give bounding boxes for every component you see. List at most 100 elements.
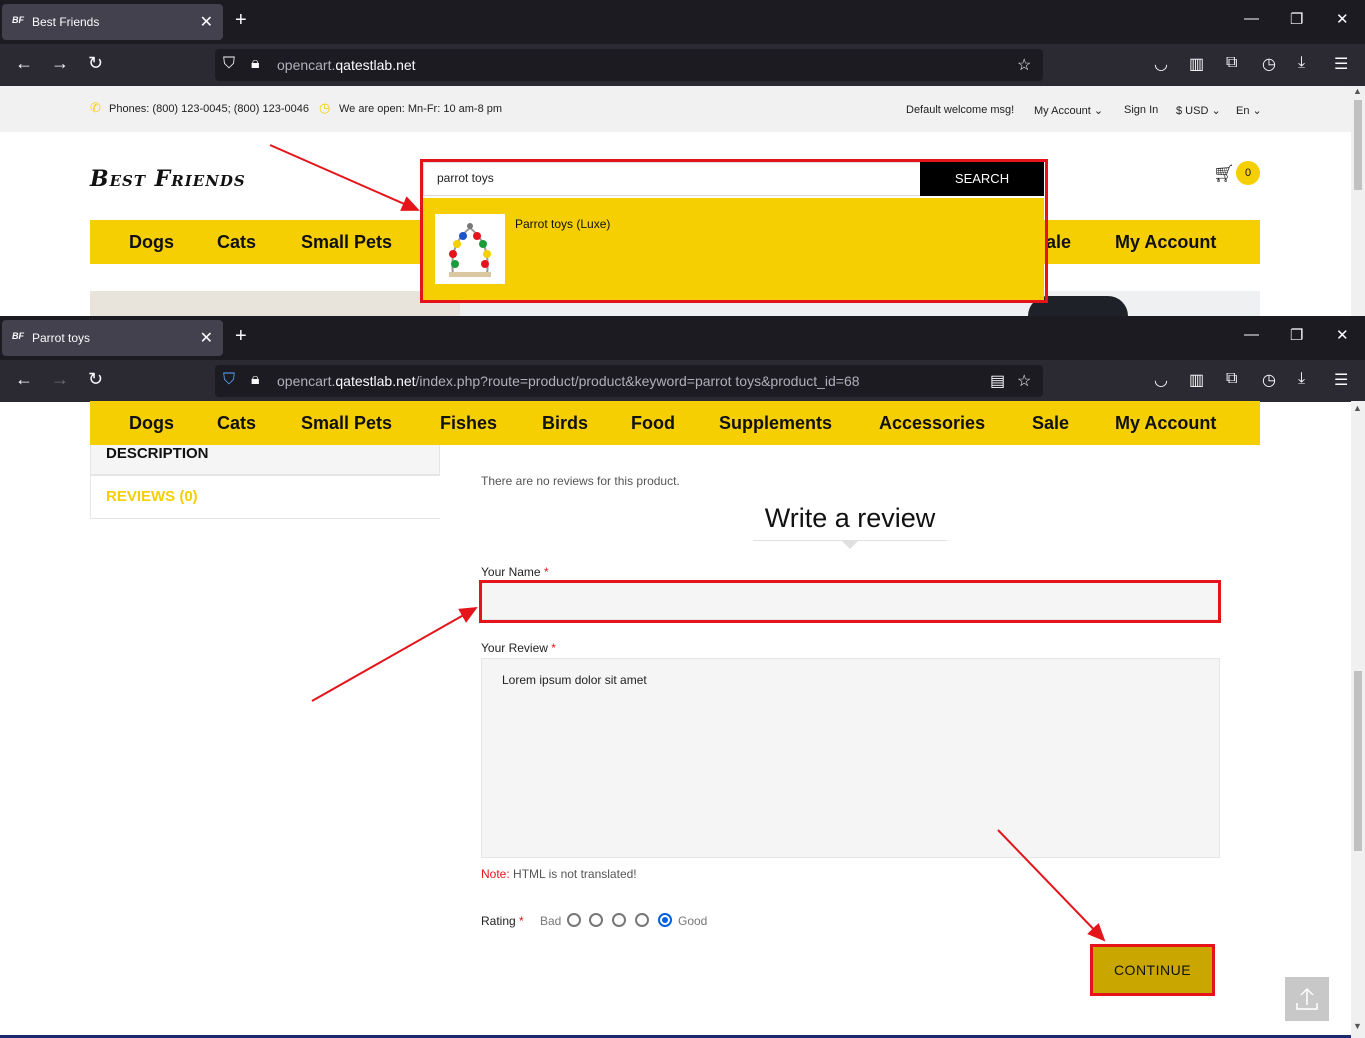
reader-view-icon[interactable]: ▤ bbox=[990, 371, 1005, 391]
annotation-highlight-continue bbox=[1090, 944, 1215, 996]
browser-tab[interactable]: BF Parrot toys ✕ bbox=[2, 320, 223, 356]
menu-item-sale-partial[interactable]: ale bbox=[1046, 232, 1071, 253]
browser-tab-strip: BF Best Friends ✕ + — ❐ ✕ bbox=[0, 0, 1365, 44]
bookmark-star-icon[interactable]: ☆ bbox=[1017, 371, 1031, 391]
extensions-icon[interactable]: ⧉ bbox=[1226, 54, 1237, 72]
scroll-to-top-button[interactable] bbox=[1285, 977, 1329, 1021]
browser-nav-bar: ← → ↻ ⛉ 🔒︎ opencart.qatestlab.net/index.… bbox=[0, 360, 1365, 402]
menu-item-my-account[interactable]: My Account bbox=[1115, 413, 1216, 434]
browser-nav-bar: ← → ↻ ⛉ 🔒︎ opencart.qatestlab.net ☆ ◡ ▥ … bbox=[0, 44, 1365, 86]
menu-item-dogs[interactable]: Dogs bbox=[129, 413, 174, 434]
menu-item-small-pets[interactable]: Small Pets bbox=[301, 232, 392, 253]
tab-title: Best Friends bbox=[32, 15, 100, 29]
bookmark-star-icon[interactable]: ☆ bbox=[1017, 55, 1031, 75]
page-scrollbar[interactable]: ▲ ▼ bbox=[1351, 401, 1365, 1038]
cart-count-badge: 0 bbox=[1236, 161, 1260, 185]
scroll-down-icon[interactable]: ▼ bbox=[1353, 1021, 1362, 1031]
rating-bad-label: Bad bbox=[540, 914, 562, 928]
close-tab-icon[interactable]: ✕ bbox=[200, 328, 213, 348]
my-account-link[interactable]: My Account ⌄ bbox=[1034, 104, 1103, 117]
history-icon[interactable]: ◷ bbox=[1262, 370, 1276, 390]
history-icon[interactable]: ◷ bbox=[1262, 54, 1276, 74]
scroll-up-icon[interactable]: ▲ bbox=[1353, 86, 1362, 96]
rating-radio-4[interactable] bbox=[635, 913, 649, 927]
menu-item-supplements[interactable]: Supplements bbox=[719, 413, 832, 434]
extensions-icon[interactable]: ⧉ bbox=[1226, 370, 1237, 388]
new-tab-icon[interactable]: + bbox=[235, 9, 247, 32]
reader-sidebar-icon[interactable]: ▥ bbox=[1189, 54, 1204, 74]
browser-tab[interactable]: BF Best Friends ✕ bbox=[2, 4, 223, 40]
pocket-icon[interactable]: ◡ bbox=[1154, 54, 1168, 74]
back-icon[interactable]: ← bbox=[15, 369, 33, 390]
rating-radio-3[interactable] bbox=[612, 913, 626, 927]
address-bar[interactable]: ⛉ 🔒︎ opencart.qatestlab.net/index.php?ro… bbox=[215, 365, 1043, 397]
pocket-icon[interactable]: ◡ bbox=[1154, 370, 1168, 390]
menu-item-dogs[interactable]: Dogs bbox=[129, 232, 174, 253]
rating-radio-5[interactable] bbox=[658, 913, 672, 927]
new-tab-icon[interactable]: + bbox=[235, 325, 247, 348]
tab-description[interactable]: DESCRIPTION bbox=[90, 445, 440, 475]
scroll-up-icon[interactable]: ▲ bbox=[1353, 403, 1362, 413]
review-textarea[interactable]: Lorem ipsum dolor sit amet bbox=[481, 658, 1220, 858]
html-note: Note: HTML is not translated! bbox=[481, 867, 637, 881]
menu-item-sale[interactable]: Sale bbox=[1032, 413, 1069, 434]
reader-sidebar-icon[interactable]: ▥ bbox=[1189, 370, 1204, 390]
language-selector[interactable]: En ⌄ bbox=[1236, 104, 1262, 117]
chevron-down-icon: ⌄ bbox=[1252, 105, 1262, 117]
sign-in-link[interactable]: Sign In bbox=[1124, 104, 1158, 116]
browser-tab-strip: BF Parrot toys ✕ + — ❐ ✕ bbox=[0, 316, 1365, 360]
close-window-icon[interactable]: ✕ bbox=[1336, 10, 1349, 28]
scrollbar-thumb[interactable] bbox=[1354, 100, 1362, 190]
app-menu-icon[interactable]: ☰ bbox=[1334, 370, 1348, 390]
shield-icon[interactable]: ⛉ bbox=[223, 371, 235, 389]
tab-title: Parrot toys bbox=[32, 331, 91, 345]
upload-arrow-icon bbox=[1296, 987, 1318, 1010]
back-icon[interactable]: ← bbox=[15, 53, 33, 74]
restore-icon[interactable]: ❐ bbox=[1290, 10, 1303, 28]
write-review-heading: Write a review bbox=[753, 503, 947, 541]
restore-icon[interactable]: ❐ bbox=[1290, 326, 1303, 344]
menu-item-cats[interactable]: Cats bbox=[217, 413, 256, 434]
site-favicon: BF bbox=[12, 331, 24, 341]
reload-icon[interactable]: ↻ bbox=[88, 53, 103, 74]
menu-item-my-account[interactable]: My Account bbox=[1115, 232, 1216, 253]
tab-reviews-label: REVIEWS (0) bbox=[106, 488, 198, 505]
site-logo[interactable]: Best Friends bbox=[90, 166, 246, 192]
tab-description-label: DESCRIPTION bbox=[106, 445, 209, 462]
tab-reviews[interactable]: REVIEWS (0) bbox=[90, 475, 440, 519]
menu-item-birds[interactable]: Birds bbox=[542, 413, 588, 434]
hours-text: We are open: Mn-Fr: 10 am-8 pm bbox=[339, 103, 503, 115]
rating-good-label: Good bbox=[678, 914, 708, 928]
menu-item-cats[interactable]: Cats bbox=[217, 232, 256, 253]
reload-icon[interactable]: ↻ bbox=[88, 369, 103, 390]
menu-item-accessories[interactable]: Accessories bbox=[879, 413, 985, 434]
shield-icon[interactable]: ⛉ bbox=[223, 55, 235, 73]
menu-item-food[interactable]: Food bbox=[631, 413, 675, 434]
currency-selector[interactable]: $ USD ⌄ bbox=[1176, 104, 1221, 117]
minimize-icon[interactable]: — bbox=[1244, 10, 1259, 27]
address-bar[interactable]: ⛉ 🔒︎ opencart.qatestlab.net ☆ bbox=[215, 49, 1043, 81]
cart-icon[interactable]: 🛒︎ bbox=[1213, 164, 1235, 184]
arrow-to-search bbox=[269, 144, 420, 211]
site-favicon: BF bbox=[12, 15, 24, 25]
main-menu: Dogs Cats Small Pets Fishes Birds Food S… bbox=[90, 401, 1260, 445]
arrow-to-name-field bbox=[311, 607, 478, 702]
app-menu-icon[interactable]: ☰ bbox=[1334, 54, 1348, 74]
downloads-icon[interactable]: ⤓ bbox=[1298, 54, 1305, 72]
forward-icon[interactable]: → bbox=[51, 369, 69, 390]
close-tab-icon[interactable]: ✕ bbox=[200, 12, 213, 32]
downloads-icon[interactable]: ⤓ bbox=[1298, 370, 1305, 388]
minimize-icon[interactable]: — bbox=[1244, 326, 1259, 343]
forward-icon[interactable]: → bbox=[51, 53, 69, 74]
lock-icon[interactable]: 🔒︎ bbox=[251, 55, 260, 73]
rating-radio-1[interactable] bbox=[567, 913, 581, 927]
heading-pointer-shape bbox=[842, 541, 858, 549]
scrollbar-thumb[interactable] bbox=[1354, 671, 1362, 851]
url-text: opencart.qatestlab.net bbox=[277, 57, 416, 73]
close-window-icon[interactable]: ✕ bbox=[1336, 326, 1349, 344]
page-scrollbar-top[interactable]: ▲ bbox=[1351, 86, 1365, 316]
menu-item-small-pets[interactable]: Small Pets bbox=[301, 413, 392, 434]
menu-item-fishes[interactable]: Fishes bbox=[440, 413, 497, 434]
lock-icon[interactable]: 🔒︎ bbox=[251, 371, 260, 389]
rating-radio-2[interactable] bbox=[589, 913, 603, 927]
